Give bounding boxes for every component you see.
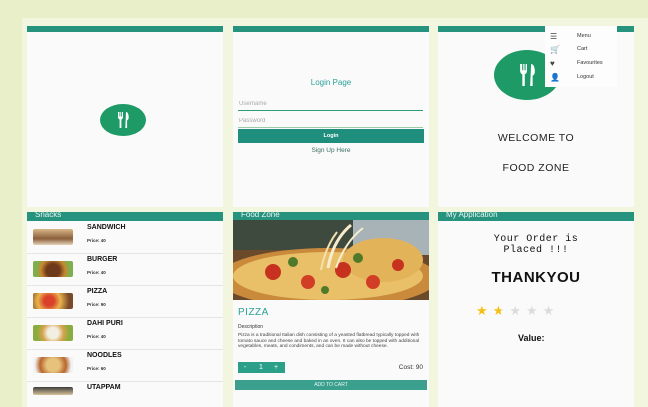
menu-item-menu[interactable]: ☰ Menu: [547, 31, 615, 43]
star-icon[interactable]: ★: [493, 303, 510, 318]
star-icon[interactable]: ★: [526, 303, 543, 318]
top-bar: [233, 26, 429, 32]
order-message-line-1: Your Order is: [493, 234, 579, 245]
list-item[interactable]: DAHI PURI Price: 40: [27, 317, 223, 350]
signup-link[interactable]: Sign Up Here: [233, 147, 429, 154]
username-field[interactable]: [238, 98, 423, 111]
description-label: Description: [238, 324, 264, 330]
dropdown-menu: ☰ Menu 🛒 Cart ♥ Favourites 👤 Logout: [545, 26, 617, 87]
login-screen: Login Page Login Sign Up Here: [233, 26, 429, 207]
cost-label: Cost: 90: [398, 364, 423, 371]
star-icon[interactable]: ★: [543, 303, 560, 318]
password-field[interactable]: [238, 115, 423, 128]
logout-icon: 👤: [550, 73, 560, 82]
login-button[interactable]: Login: [238, 129, 424, 143]
heart-icon: ♥: [550, 59, 555, 68]
screen-title: Food Zone: [241, 212, 280, 219]
list-item[interactable]: NOODLES Price: 60: [27, 349, 223, 382]
background-band-left: [0, 0, 22, 407]
menu-item-cart[interactable]: 🛒 Cart: [547, 44, 615, 56]
quantity-value: 1: [259, 364, 263, 371]
home-screen: ☰ Menu 🛒 Cart ♥ Favourites 👤 Logout WELC…: [438, 26, 634, 207]
item-name: NOODLES: [87, 352, 122, 359]
screen-title: My Application: [446, 212, 498, 219]
increment-button[interactable]: +: [274, 362, 278, 373]
item-name: SANDWICH: [87, 224, 126, 231]
rating-bar[interactable]: ★★★★★: [476, 303, 559, 319]
menu-item-label: Favourites: [577, 60, 603, 66]
burger-image: [33, 261, 73, 277]
app-bar: My Application: [438, 212, 634, 221]
logo: [100, 104, 146, 136]
thank-you-text: THANKYOU: [491, 269, 581, 286]
splash-screen: [27, 26, 223, 207]
fork-knife-icon: [520, 64, 535, 86]
snacks-screen: Snacks SANDWICH Price: 40 BURGER Price: …: [27, 212, 223, 407]
food-detail-screen: Food Zone PIZZA Description Pizza is a t…: [233, 212, 429, 407]
sandwich-image: [33, 229, 73, 245]
order-confirmation-screen: My Application Your Order is Placed !!! …: [438, 212, 634, 407]
item-price: Price: 40: [87, 270, 106, 275]
list-item[interactable]: BURGER Price: 40: [27, 253, 223, 286]
item-price: Price: 60: [87, 366, 106, 371]
item-price: Price: 40: [87, 334, 106, 339]
cart-icon: 🛒: [550, 45, 560, 54]
decrement-button[interactable]: -: [244, 362, 246, 373]
pizza-photo: [233, 220, 429, 300]
menu-item-favourites[interactable]: ♥ Favourites: [547, 58, 615, 70]
screen-title: Snacks: [35, 212, 62, 219]
app-bar: Snacks: [27, 212, 223, 221]
quantity-stepper: - 1 +: [238, 362, 285, 373]
value-label: Value:: [518, 333, 545, 343]
menu-item-logout[interactable]: 👤 Logout: [547, 72, 615, 84]
background-band: [0, 0, 648, 18]
pizza-image: [33, 293, 73, 309]
top-bar: [27, 26, 223, 32]
pizza-photo-art: [233, 220, 429, 300]
dahi-puri-image: [33, 325, 73, 341]
utappam-image: [33, 387, 73, 395]
list-item[interactable]: SANDWICH Price: 40: [27, 221, 223, 254]
food-name: PIZZA: [238, 307, 269, 318]
star-icon[interactable]: ★: [476, 303, 493, 318]
order-message-line-2: Placed !!!: [503, 245, 569, 256]
menu-item-label: Menu: [577, 33, 591, 39]
list-item[interactable]: UTAPPAM: [27, 381, 223, 407]
item-name: BURGER: [87, 256, 118, 263]
welcome-line-2: FOOD ZONE: [502, 162, 570, 174]
menu-icon: ☰: [550, 32, 558, 41]
noodles-image: [33, 357, 73, 373]
fork-knife-icon: [118, 112, 129, 128]
add-to-cart-button[interactable]: ADD TO CART: [235, 380, 427, 390]
item-name: UTAPPAM: [87, 384, 121, 391]
item-price: Price: 40: [87, 238, 106, 243]
star-icon[interactable]: ★: [509, 303, 526, 318]
order-message: Your Order is Placed !!!: [438, 234, 634, 256]
menu-item-label: Logout: [577, 74, 594, 80]
item-name: DAHI PURI: [87, 320, 123, 327]
item-name: PIZZA: [87, 288, 108, 295]
item-price: Price: 90: [87, 302, 106, 307]
list-item[interactable]: PIZZA Price: 90: [27, 285, 223, 318]
login-title: Login Page: [310, 78, 352, 87]
description-text: Pizza is a traditional Italian dish cons…: [238, 333, 420, 350]
welcome-line-1: WELCOME TO: [497, 132, 575, 144]
menu-item-label: Cart: [577, 46, 588, 52]
